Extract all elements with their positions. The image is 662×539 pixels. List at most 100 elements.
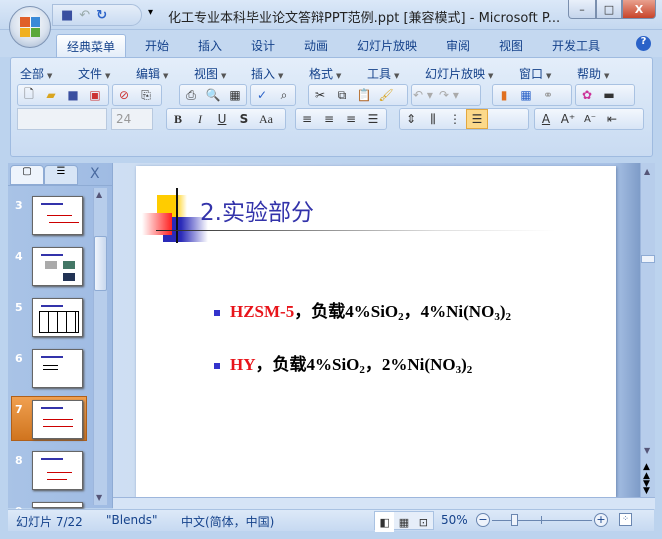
slide-canvas[interactable]: 2.实验部分 HZSM-5，负载4%SiO2，4%Ni(NO3)2 HY，负载4… <box>136 166 616 497</box>
menu-all[interactable]: 全部 ▼ <box>20 65 52 82</box>
slides-tab[interactable]: ▢ <box>10 165 44 185</box>
slide-thumbnail-6[interactable] <box>32 349 83 388</box>
print-icon[interactable]: ⎙ <box>180 85 202 105</box>
save-icon[interactable]: ■ <box>61 8 73 23</box>
tab-animation[interactable]: 动画 <box>304 34 328 57</box>
tab-slideshow[interactable]: 幻灯片放映 <box>357 34 417 57</box>
email-icon[interactable]: ⊘ <box>113 85 135 105</box>
horizontal-scrollbar[interactable] <box>113 497 655 509</box>
chart-icon[interactable]: ▮ <box>493 85 515 105</box>
font-size-select[interactable]: 24 <box>111 108 153 130</box>
slide-vertical-scrollbar[interactable]: ▲ ▼ ▲ ▲ ▼ ▼ <box>640 163 655 497</box>
fit-to-window-icon[interactable]: ⁘ <box>619 513 632 526</box>
copy-icon[interactable]: ⧉ <box>331 85 353 105</box>
attach-icon[interactable]: ⎘ <box>135 85 157 105</box>
scroll-up-icon[interactable]: ▲ <box>96 190 102 199</box>
bold-button[interactable]: B <box>167 109 189 129</box>
slide-thumbnail-8[interactable] <box>32 451 83 490</box>
slide-sorter-icon[interactable]: ▦ <box>394 512 413 532</box>
color-scheme-icon[interactable]: ✿ <box>576 85 598 105</box>
insert-table-icon[interactable]: ▦ <box>515 85 537 105</box>
research-icon[interactable]: ⌕ <box>273 85 295 105</box>
align-left-icon[interactable]: ≡ <box>296 109 318 129</box>
slide-thumbnail-4[interactable] <box>32 247 83 286</box>
font-color-icon[interactable]: A <box>535 109 557 129</box>
justify-icon[interactable]: ☰ <box>362 109 384 129</box>
align-center-icon[interactable]: ≡ <box>318 109 340 129</box>
outline-tab[interactable]: ☰ <box>44 165 78 185</box>
tab-design[interactable]: 设计 <box>251 34 275 57</box>
grayscale-icon[interactable]: ▬ <box>598 85 620 105</box>
redo-icon[interactable]: ↻ <box>96 8 107 23</box>
scroll-down-icon[interactable]: ▼ <box>96 493 102 502</box>
tab-insert[interactable]: 插入 <box>198 34 222 57</box>
font-name-select[interactable] <box>17 108 107 130</box>
close-panel-icon[interactable]: X <box>90 166 100 182</box>
bullets-icon[interactable]: ☰ <box>466 109 488 129</box>
line-spacing-icon[interactable]: ⇕ <box>400 109 422 129</box>
help-icon[interactable]: ? <box>636 36 651 51</box>
tab-view[interactable]: 视图 <box>499 34 523 57</box>
paste-icon[interactable]: 📋 <box>353 85 375 105</box>
text-direction-icon[interactable]: ⫼ <box>422 109 444 129</box>
slide-thumbnail-5[interactable] <box>32 298 83 337</box>
table-icon[interactable]: ▦ <box>224 85 246 105</box>
qat-customize-button[interactable]: ▾ <box>148 7 153 18</box>
menu-insert[interactable]: 插入 ▼ <box>251 65 283 82</box>
tab-developer[interactable]: 开发工具 <box>552 34 600 57</box>
print-preview-icon[interactable]: 🔍 <box>202 85 224 105</box>
menu-file[interactable]: 文件 ▼ <box>78 65 110 82</box>
menu-help[interactable]: 帮助 ▼ <box>577 65 609 82</box>
office-button[interactable] <box>9 6 51 48</box>
slideshow-view-icon[interactable]: ⊡ <box>414 512 433 532</box>
close-button[interactable]: X <box>622 0 656 19</box>
next-slide-icon[interactable]: ▼ ▼ <box>643 480 650 496</box>
normal-view-icon[interactable]: ◧ <box>375 512 395 532</box>
menu-format[interactable]: 格式 ▼ <box>309 65 341 82</box>
tab-classic-menu[interactable]: 经典菜单 <box>56 34 127 57</box>
zoom-slider-thumb[interactable] <box>511 514 518 526</box>
slide-thumbnail-3[interactable] <box>32 196 83 235</box>
underline-button[interactable]: U <box>211 109 233 129</box>
scroll-down-icon[interactable]: ▼ <box>644 446 650 455</box>
maximize-button[interactable]: □ <box>596 0 622 19</box>
slide-thumbnail-7[interactable] <box>32 400 83 439</box>
new-icon[interactable]: 🗋 <box>18 85 40 105</box>
slide-thumbnail-9[interactable] <box>32 502 83 508</box>
format-painter-icon[interactable]: 🖌 <box>375 85 397 105</box>
grow-font-icon[interactable]: A⁺ <box>557 109 579 129</box>
slides-panel-scrollbar[interactable]: ▲ ▼ <box>93 188 107 505</box>
decrease-indent-icon[interactable]: ⇤ <box>601 109 623 129</box>
cut-icon[interactable]: ✂ <box>309 85 331 105</box>
undo-icon[interactable]: ↶ ▾ <box>412 85 434 105</box>
menu-window[interactable]: 窗口 ▼ <box>519 65 551 82</box>
hyperlink-icon[interactable]: ⚭ <box>537 85 559 105</box>
shadow-button[interactable]: S <box>233 109 255 129</box>
spelling-icon[interactable]: ✓ <box>251 85 273 105</box>
redo-icon[interactable]: ↷ ▾ <box>434 85 464 105</box>
undo-icon[interactable]: ↶ <box>79 8 90 23</box>
tab-home[interactable]: 开始 <box>145 34 169 57</box>
tab-review[interactable]: 审阅 <box>446 34 470 57</box>
save-icon[interactable]: ■ <box>62 85 84 105</box>
zoom-out-button[interactable]: − <box>476 513 490 527</box>
menu-slideshow[interactable]: 幻灯片放映 ▼ <box>425 65 493 82</box>
scroll-thumb[interactable] <box>94 236 107 291</box>
change-case-button[interactable]: Aa <box>255 109 277 129</box>
zoom-slider-track[interactable] <box>492 520 592 521</box>
align-right-icon[interactable]: ≡ <box>340 109 362 129</box>
menu-tools[interactable]: 工具 ▼ <box>367 65 399 82</box>
open-icon[interactable]: ▰ <box>40 85 62 105</box>
scroll-up-icon[interactable]: ▲ <box>644 167 650 176</box>
scroll-thumb[interactable] <box>641 255 655 263</box>
menu-edit[interactable]: 编辑 ▼ <box>136 65 168 82</box>
numbering-icon[interactable]: ⋮ <box>444 109 466 129</box>
permission-icon[interactable]: ▣ <box>84 85 106 105</box>
minimize-button[interactable]: – <box>568 0 596 19</box>
menu-view[interactable]: 视图 ▼ <box>194 65 226 82</box>
zoom-in-button[interactable]: + <box>594 513 608 527</box>
italic-button[interactable]: I <box>189 109 211 129</box>
shrink-font-icon[interactable]: A⁻ <box>579 109 601 129</box>
language-indicator[interactable]: 中文(简体，中国) <box>181 513 274 530</box>
zoom-level[interactable]: 50% <box>441 513 468 527</box>
